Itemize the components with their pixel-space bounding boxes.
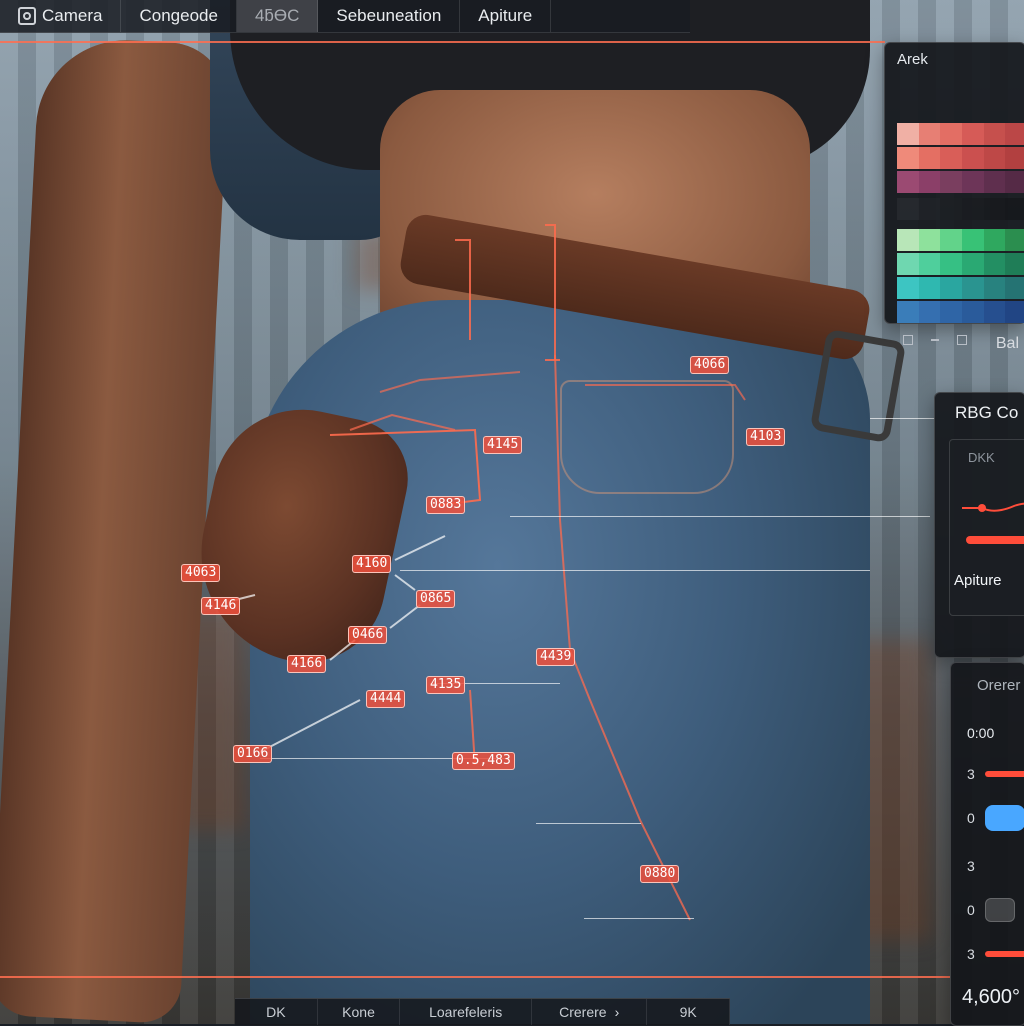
tab-label: 4ƃƟC <box>254 6 300 25</box>
curve-widget[interactable] <box>960 494 1024 520</box>
bottom-item[interactable]: Kone <box>318 999 401 1025</box>
annotation-tag: 4160 <box>352 555 392 574</box>
row-value: 3 <box>967 946 975 962</box>
bottom-toolbar: DK Kone Loarefeleris Crerere › 9K <box>235 998 731 1025</box>
camera-icon <box>18 7 36 25</box>
swatch-row[interactable] <box>897 301 1024 323</box>
annotation-tag: 0466 <box>348 626 388 645</box>
annotation-tag: 0166 <box>233 745 273 764</box>
bottom-item-label: Crerere <box>559 1004 607 1020</box>
tab-label: Apiture <box>478 6 533 25</box>
annotation-tag: 0883 <box>426 496 466 515</box>
bottom-item-label: DK <box>266 1004 286 1020</box>
palette-bottom-label: Bal <box>995 335 1019 352</box>
bottom-item[interactable]: DK <box>235 999 318 1025</box>
bottom-item-label: Kone <box>342 1004 375 1020</box>
frame-top-line <box>0 41 885 43</box>
minus-icon[interactable] <box>931 339 939 341</box>
swatch-row[interactable] <box>897 277 1024 299</box>
square-icon[interactable] <box>903 335 913 345</box>
annotation-tag: 0.5,483 <box>452 752 515 771</box>
bottom-item-label: 9K <box>679 1004 697 1020</box>
row-value: 3 <box>967 766 975 782</box>
palette-small-controls <box>903 335 967 345</box>
swatch-row[interactable] <box>897 253 1024 275</box>
tab-label: Camera <box>42 6 103 25</box>
rbg-subtitle: DKK <box>968 450 995 465</box>
annotation-tag: 4166 <box>287 655 327 674</box>
settings-panel: Orerer 0:00 3 0 3 0 3 <box>950 662 1024 1026</box>
swatch-row[interactable] <box>897 229 1024 251</box>
annotation-tag: 4063 <box>181 564 221 583</box>
annotation-tag: 0865 <box>416 590 456 609</box>
bottom-item-label: Loarefeleris <box>429 1004 503 1020</box>
settings-row[interactable]: 3 <box>967 855 1024 877</box>
bottom-item[interactable]: Crerere › <box>532 999 648 1025</box>
settings-row[interactable]: 0 <box>967 898 1024 922</box>
rbg-subbox: DKK Apiture <box>949 439 1024 616</box>
settings-title: Orerer <box>977 677 1021 694</box>
guide-line <box>870 418 935 419</box>
row-value: 0 <box>967 902 975 918</box>
temperature-readout: 4,600° <box>962 986 1021 1008</box>
settings-top-value: 0:00 <box>967 725 995 741</box>
guide-line <box>536 823 641 824</box>
tab-camera[interactable]: Camera <box>0 0 122 32</box>
swatch-row[interactable] <box>897 171 1024 193</box>
small-toggle[interactable] <box>984 898 1015 922</box>
palette-panel: Arek Bal <box>884 42 1024 352</box>
rbg-title: RBG Co <box>955 403 1019 422</box>
row-value: 3 <box>967 858 975 874</box>
frame-bottom-line <box>0 976 950 978</box>
settings-row[interactable]: 3 <box>967 943 1024 965</box>
blue-knob[interactable] <box>984 805 1024 831</box>
tab-label: Congeode <box>139 6 218 25</box>
annotation-tag: 0880 <box>640 865 680 884</box>
annotation-tag: 4145 <box>483 436 523 455</box>
annotation-tag: 4444 <box>366 690 406 709</box>
settings-row[interactable]: 3 <box>967 763 1024 785</box>
guide-line <box>584 918 694 919</box>
guide-line <box>400 570 870 571</box>
palette-title: Arek <box>897 51 928 68</box>
swatch-row[interactable] <box>897 147 1024 169</box>
swatch-row[interactable] <box>897 198 1024 220</box>
swatch-row[interactable] <box>897 123 1024 145</box>
row-value: 0 <box>967 810 975 826</box>
chevron-right-icon: › <box>614 1004 620 1020</box>
aperture-label: Apiture <box>954 572 1002 589</box>
settings-row[interactable]: 0 <box>967 805 1024 831</box>
rbg-panel: RBG Co DKK Apiture <box>934 392 1024 658</box>
bottom-item[interactable]: Loarefeleris <box>400 999 533 1025</box>
red-bar[interactable] <box>984 951 1024 957</box>
annotation-overlay <box>234 224 746 921</box>
tab-active[interactable]: 4ƃƟC <box>236 0 319 32</box>
red-slider[interactable] <box>966 536 1024 544</box>
guide-line <box>510 516 930 517</box>
curve-graph <box>962 502 1024 512</box>
annotation-tag: 4103 <box>746 428 786 447</box>
red-bar[interactable] <box>984 771 1024 777</box>
tab-label: Sebeuneation <box>336 6 442 25</box>
annotation-tag: 4439 <box>536 648 576 667</box>
annotation-tag: 4146 <box>201 597 241 616</box>
tab-congeode[interactable]: Congeode <box>121 0 237 32</box>
annotation-tag: 4135 <box>426 676 466 695</box>
square-icon[interactable] <box>957 335 967 345</box>
bottom-item[interactable]: 9K <box>647 999 731 1025</box>
tab-apiture[interactable]: Apiture <box>460 0 552 32</box>
top-toolbar: Camera Congeode 4ƃƟC Sebeuneation Apitur… <box>0 0 690 33</box>
tab-sebeuneation[interactable]: Sebeuneation <box>318 0 461 32</box>
annotation-tag: 4066 <box>690 356 730 375</box>
